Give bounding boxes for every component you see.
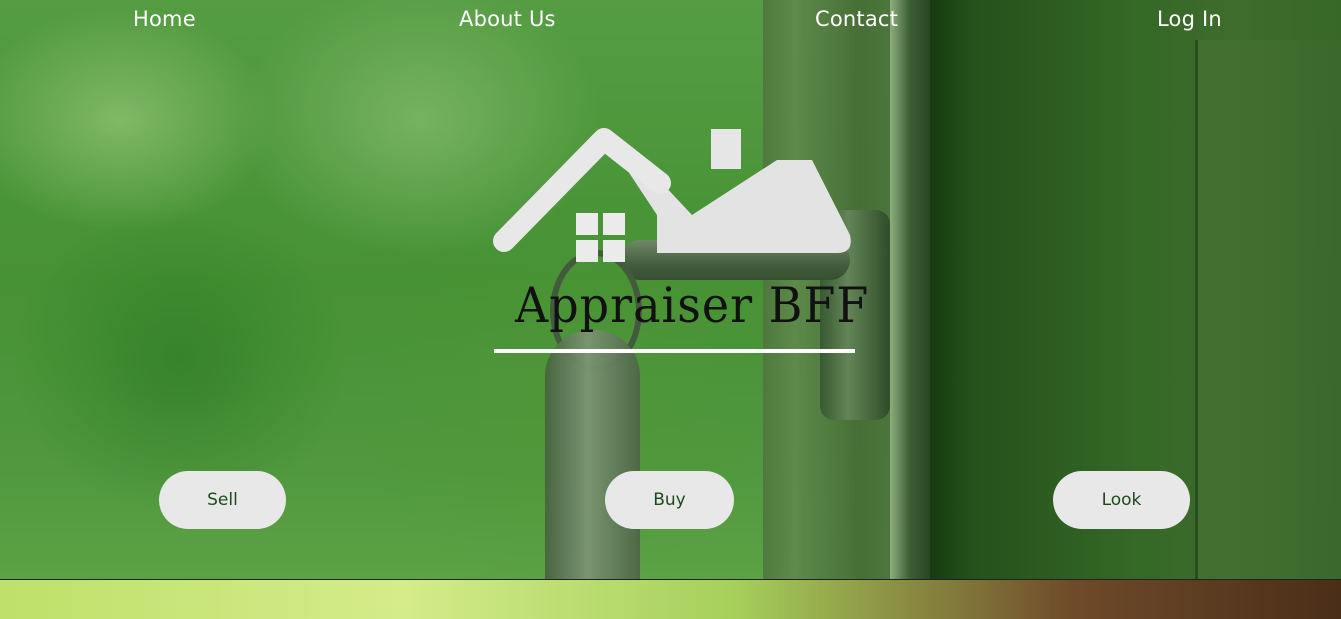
buy-button[interactable]: Buy: [605, 471, 734, 529]
logo-underline: [494, 349, 855, 353]
nav-home-link[interactable]: Home: [133, 7, 196, 31]
sell-button[interactable]: Sell: [159, 471, 286, 529]
logo-wordmark: Appraiser BFF: [515, 276, 870, 334]
top-navigation: Home About Us Contact Log In: [0, 0, 1341, 40]
page: Home About Us Contact Log In Appraiser B…: [0, 0, 1341, 619]
nav-contact-link[interactable]: Contact: [815, 7, 898, 31]
nav-login-link[interactable]: Log In: [1157, 7, 1222, 31]
nav-about-link[interactable]: About Us: [459, 7, 556, 31]
next-section-preview: [0, 580, 1341, 619]
look-button[interactable]: Look: [1053, 471, 1190, 529]
